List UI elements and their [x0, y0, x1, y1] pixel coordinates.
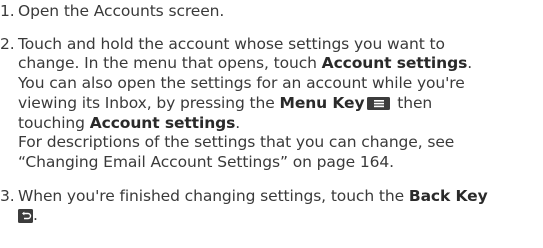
step-2-line-3: You can also open the settings for an ac…: [18, 74, 465, 93]
back-key-icon: [18, 209, 33, 224]
menu-key-icon: [367, 96, 391, 110]
step-3-line-2: .: [18, 206, 543, 226]
step-2-line-2: change. In the menu that opens, touch Ac…: [18, 54, 473, 73]
step-2-number: 2.: [0, 34, 15, 53]
step-2-line-4: viewing its Inbox, by pressing the Menu …: [18, 93, 433, 112]
menu-key-term: Menu Key: [279, 93, 365, 112]
step-1-text: Open the Accounts screen.: [18, 2, 225, 20]
step-3-line-1: When you're finished changing settings, …: [18, 186, 488, 205]
back-key-term: Back Key: [408, 186, 488, 205]
step-3: 3. When you're finished changing setting…: [0, 187, 543, 226]
step-2-line-1: Touch and hold the account whose setting…: [18, 34, 445, 53]
step-2: 2. Touch and hold the account whose sett…: [0, 35, 543, 173]
step-3-number: 3.: [0, 186, 15, 205]
account-settings-term-2: Account settings: [89, 113, 236, 132]
step-1-number: 1.: [0, 2, 15, 20]
step-2-line-5: touching Account settings.: [18, 113, 241, 132]
account-settings-term: Account settings: [321, 54, 468, 73]
instruction-list: 1. Open the Accounts screen. 2. Touch an…: [0, 2, 543, 226]
step-2-line-6: For descriptions of the settings that yo…: [18, 133, 455, 152]
step-2-line-7: “Changing Email Account Settings” on pag…: [18, 152, 394, 171]
step-1: 1. Open the Accounts screen.: [0, 2, 543, 22]
